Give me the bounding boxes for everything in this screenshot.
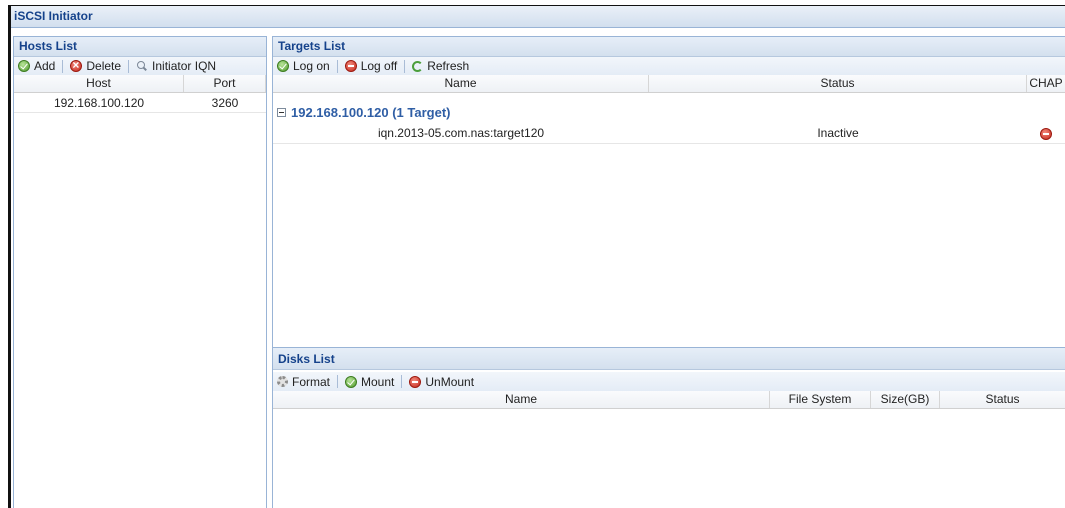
target-group-header[interactable]: 192.168.100.120 (1 Target) xyxy=(273,101,1065,125)
refresh-label: Refresh xyxy=(427,59,470,73)
column-header-host[interactable]: Host xyxy=(14,75,184,92)
disks-grid-header: Name File System Size(GB) Status xyxy=(273,391,1065,409)
disks-panel-title: Disks List xyxy=(273,348,1065,370)
search-icon xyxy=(136,60,148,72)
log-off-label: Log off xyxy=(360,59,398,73)
table-row[interactable]: iqn.2013-05.com.nas:target120 Inactive xyxy=(273,125,1065,144)
unmount-label: UnMount xyxy=(425,374,475,389)
delete-host-button[interactable]: Delete xyxy=(70,58,122,73)
unmount-button[interactable]: UnMount xyxy=(409,375,474,389)
mount-label: Mount xyxy=(361,374,395,389)
add-icon xyxy=(18,60,30,72)
toolbar-separator xyxy=(401,375,403,388)
table-row[interactable]: 192.168.100.120 3260 xyxy=(14,93,266,113)
red-minus-icon[interactable] xyxy=(1040,128,1052,140)
refresh-button[interactable]: Refresh xyxy=(412,59,469,73)
column-header-status[interactable]: Status xyxy=(940,391,1065,408)
log-on-button[interactable]: Log on xyxy=(277,59,330,73)
targets-panel: Targets List Log on Log off Refresh Name… xyxy=(272,36,1065,348)
initiator-iqn-button[interactable]: Initiator IQN xyxy=(136,59,216,73)
check-icon xyxy=(345,375,358,388)
format-label: Format xyxy=(292,374,331,389)
window-title: iSCSI Initiator xyxy=(11,6,1065,28)
toolbar-separator xyxy=(404,59,406,73)
gear-icon xyxy=(277,376,288,387)
check-icon xyxy=(277,60,289,72)
disks-toolbar: Format Mount UnMount xyxy=(273,372,1065,391)
host-cell: 192.168.100.120 xyxy=(53,96,145,110)
toolbar-separator xyxy=(128,59,130,73)
disks-panel: Disks List Format Mount UnMount Name Fil… xyxy=(272,348,1065,508)
column-header-name[interactable]: Name xyxy=(273,75,649,92)
target-name-cell: iqn.2013-05.com.nas:target120 xyxy=(377,126,545,140)
target-group-label: 192.168.100.120 (1 Target) xyxy=(291,105,451,120)
hosts-panel-title: Hosts List xyxy=(14,37,266,57)
add-label: Add xyxy=(34,59,56,73)
mount-button[interactable]: Mount xyxy=(345,375,394,389)
toolbar-separator xyxy=(337,375,339,388)
target-status-cell: Inactive xyxy=(817,126,859,140)
log-off-button[interactable]: Log off xyxy=(344,59,398,73)
targets-panel-title: Targets List xyxy=(273,37,1065,57)
toolbar-separator xyxy=(336,59,338,73)
iscsi-initiator-window: iSCSI Initiator Hosts List Add Delete In… xyxy=(8,5,1065,508)
hosts-toolbar: Add Delete Initiator IQN xyxy=(14,57,266,75)
minus-icon xyxy=(344,60,357,72)
column-header-port[interactable]: Port xyxy=(184,75,266,92)
targets-grid-header: Name Status CHAP xyxy=(273,75,1065,93)
collapse-icon[interactable] xyxy=(277,108,286,117)
column-header-size[interactable]: Size(GB) xyxy=(871,391,940,408)
column-header-chap[interactable]: CHAP xyxy=(1027,75,1065,92)
delete-label: Delete xyxy=(86,59,122,73)
format-button[interactable]: Format xyxy=(277,375,330,389)
column-header-file-system[interactable]: File System xyxy=(770,391,871,408)
hosts-panel: Hosts List Add Delete Initiator IQN Host… xyxy=(13,36,267,508)
log-on-label: Log on xyxy=(293,59,330,73)
hosts-grid-header: Host Port xyxy=(14,75,266,93)
column-header-status[interactable]: Status xyxy=(649,75,1027,92)
column-header-name[interactable]: Name xyxy=(273,391,770,408)
minus-icon xyxy=(409,375,422,388)
port-cell: 3260 xyxy=(211,96,239,110)
toolbar-separator xyxy=(62,59,64,73)
initiator-iqn-label: Initiator IQN xyxy=(152,59,217,73)
add-host-button[interactable]: Add xyxy=(18,59,55,73)
targets-toolbar: Log on Log off Refresh xyxy=(273,57,1065,75)
delete-icon xyxy=(70,58,83,72)
refresh-icon xyxy=(412,60,424,72)
target-chap-cell xyxy=(1027,125,1065,143)
